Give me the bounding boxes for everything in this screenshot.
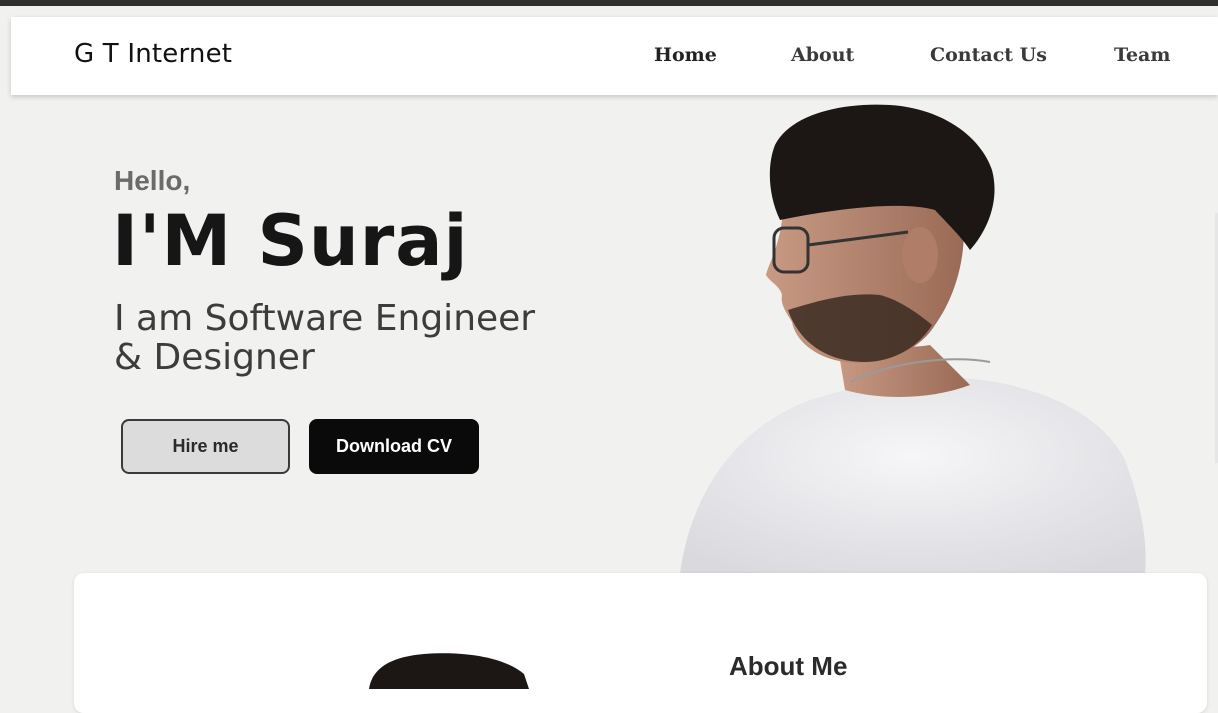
nav-link-contact-us[interactable]: Contact Us [930,44,1047,66]
portrait-photo [680,104,1146,573]
nav-link-home[interactable]: Home [654,44,717,66]
about-photo [369,653,529,689]
brand-logo-text[interactable]: G T Internet [74,39,232,69]
navbar: G T Internet Home About Contact Us Team [11,17,1218,95]
nav-link-team[interactable]: Team [1114,44,1170,66]
about-section-card: About Me [74,573,1207,713]
about-me-heading: About Me [729,651,848,681]
nav-link-about[interactable]: About [791,44,854,66]
download-cv-button[interactable]: Download CV [309,419,479,474]
hero-role: I am Software Engineer & Designer [114,299,564,377]
top-bar [0,0,1218,6]
hire-me-button[interactable]: Hire me [121,419,290,474]
hero-role-line-1: I am Software Engineer [114,298,536,339]
hero-name: I'M Suraj [112,200,469,282]
hero-greeting: Hello, [114,165,191,196]
hero-role-line-2: & Designer [114,337,315,378]
